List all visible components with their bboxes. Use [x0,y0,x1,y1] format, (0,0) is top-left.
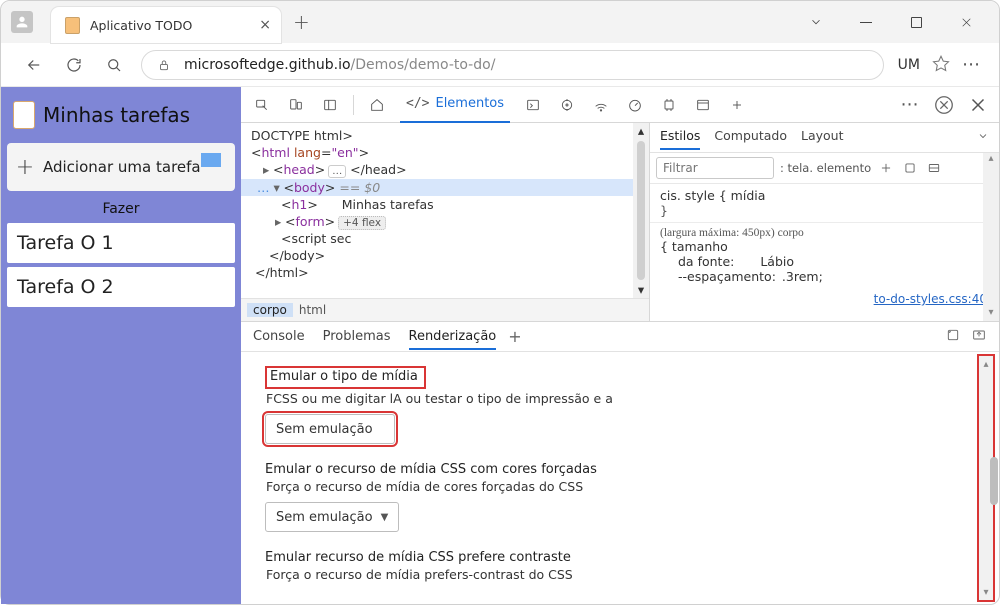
new-style-rule-icon[interactable] [877,159,895,177]
devtools-toolbar: </> Elementos ⋯ [241,87,999,123]
forced-colors-select[interactable]: Sem emulação▼ [265,502,399,532]
dom-doctype: DOCTYPE html [251,128,342,143]
emulate-media-type-desc: FCSS ou me digitar lA ou testar o tipo d… [266,391,975,406]
forced-colors-desc: Força o recurso de mídia de cores forçad… [266,479,975,494]
css-source-link[interactable]: to-do-styles.css:40 [650,288,999,310]
page-content: Minhas tarefas + Adicionar uma tarefa Fa… [1,87,241,604]
flex-badge[interactable]: +4 flex [338,216,386,230]
drawer-tab-problems[interactable]: Problemas [323,329,391,344]
style-rule[interactable]: cis. style { mídia } [650,184,999,223]
minimize-button[interactable] [855,11,877,33]
performance-icon[interactable] [624,94,646,116]
profile-badge[interactable]: UM [898,57,920,73]
tab-elements[interactable]: </> Elementos [400,87,510,123]
settings-menu-icon[interactable]: ⋯ [962,54,981,75]
expand-hint[interactable]: … [328,165,346,178]
issue-panel-icon[interactable] [945,327,961,347]
back-button[interactable] [21,52,47,78]
maximize-button[interactable] [905,11,927,33]
styles-overflow-chevron[interactable] [977,130,989,145]
page-title: Minhas tarefas [43,103,190,127]
image-badge-icon [201,153,221,167]
prefers-contrast-title: Emular recurso de mídia CSS prefere cont… [265,550,975,565]
toggle-classes-icon[interactable] [901,159,919,177]
task-item[interactable]: Tarefa O 1 [7,223,235,263]
page-icon [65,17,80,34]
tab-computed[interactable]: Computado [714,128,787,148]
dom-breadcrumb[interactable]: corpo html [241,298,649,321]
favorite-icon[interactable] [932,54,950,76]
rendering-panel: Emular o tipo de mídia FCSS ou me digita… [241,352,999,604]
chevron-down-icon: ▼ [381,512,389,523]
device-toggle-icon[interactable] [285,94,307,116]
tab-title: Aplicativo TODO [90,18,192,33]
drawer-tab-console[interactable]: Console [253,329,305,344]
drawer-tab-rendering[interactable]: Renderização [409,323,497,350]
dom-selected-body[interactable]: … ▾<body> == $0 [241,179,649,196]
section-header: Fazer [7,197,235,217]
task-item[interactable]: Tarefa O 2 [7,267,235,307]
new-tab-button[interactable]: + [293,10,310,34]
elements-tree[interactable]: DOCTYPE html> <html lang="en"> ▸<head>… … [241,123,649,321]
add-task-label: Adicionar uma tarefa [43,158,201,176]
profile-avatar[interactable] [11,11,33,33]
computed-toggle-icon[interactable] [925,159,943,177]
elements-scrollbar[interactable]: ▴▾ [633,123,649,298]
styles-filter-input[interactable] [656,157,774,179]
forced-colors-title: Emular o recurso de mídia CSS com cores … [265,462,975,477]
prefers-contrast-desc: Força o recurso de mídia prefers-contras… [266,567,975,582]
console-icon[interactable] [522,94,544,116]
tab-overflow-chevron[interactable] [805,11,827,33]
devtools-close-icon[interactable] [967,94,989,116]
url-text: microsoftedge.github.io/Demos/demo-to-do… [184,57,495,73]
application-icon[interactable] [692,94,714,116]
styles-scrollbar[interactable]: ▴▾ [983,153,999,321]
hov-label[interactable]: : tela. elemento [780,161,871,175]
clipboard-icon [13,101,35,129]
site-info-icon[interactable] [156,57,172,73]
tab-elements-label: Elementos [435,96,504,111]
expand-drawer-icon[interactable] [971,327,987,347]
more-tabs-icon[interactable] [726,94,748,116]
tab-styles[interactable]: Estilos [660,125,700,150]
panel-icon[interactable] [319,94,341,116]
style-rule[interactable]: (largura máxima: 450px) corpo { tamanho … [650,223,999,288]
emulate-media-type-title: Emular o tipo de mídia [265,366,426,389]
sources-icon[interactable] [556,94,578,116]
inspect-icon[interactable] [251,94,273,116]
emulate-media-type-select[interactable]: Sem emulação [265,414,395,444]
devtools-more-icon[interactable]: ⋯ [899,94,921,116]
address-bar[interactable]: microsoftedge.github.io/Demos/demo-to-do… [141,50,884,80]
network-icon[interactable] [590,94,612,116]
search-button[interactable] [101,52,127,78]
add-task-button[interactable]: + Adicionar uma tarefa [7,143,235,191]
tab-layout[interactable]: Layout [801,128,844,148]
rendering-scrollbar[interactable]: ▴ ▾ [977,354,995,602]
breadcrumb-item[interactable]: html [293,303,332,317]
devtools-error-icon[interactable] [933,94,955,116]
code-icon: </> [406,96,429,111]
plus-icon: + [15,157,35,177]
welcome-icon[interactable] [366,94,388,116]
refresh-button[interactable] [61,52,87,78]
close-tab-icon[interactable]: × [259,17,271,33]
close-window-button[interactable] [955,11,977,33]
browser-tab[interactable]: Aplicativo TODO × [51,7,281,43]
drawer-add-tab-icon[interactable]: + [508,327,521,346]
memory-icon[interactable] [658,94,680,116]
breadcrumb-item[interactable]: corpo [247,303,293,317]
